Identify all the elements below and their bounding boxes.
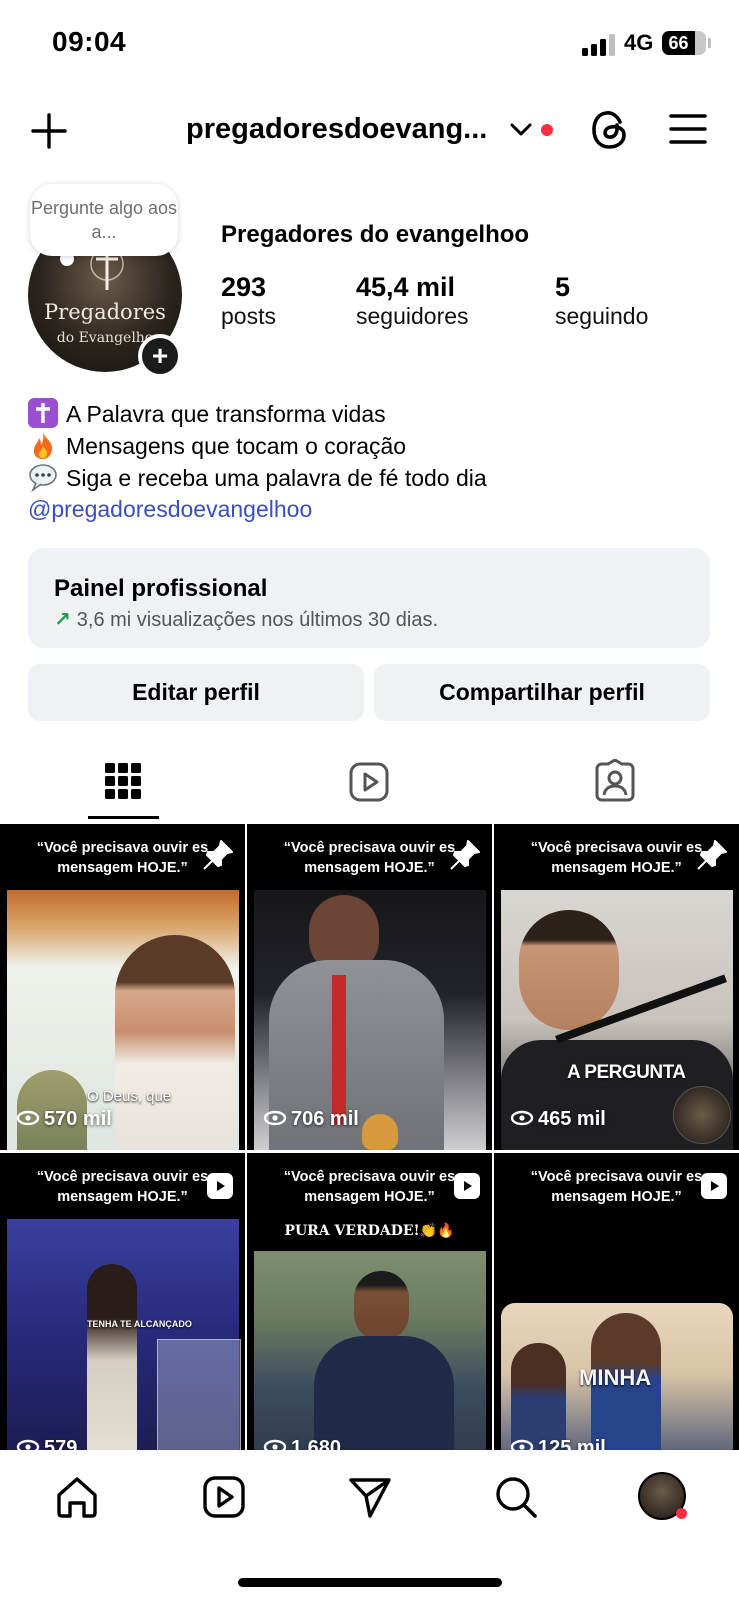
post-tile-2[interactable]: “Você precisava ouvir es mensagem HOJE.”…: [247, 824, 492, 1150]
status-time: 09:04: [52, 26, 127, 57]
search-icon[interactable]: [494, 1475, 538, 1519]
account-notification-dot: [541, 124, 553, 136]
post-caption: A PERGUNTA: [567, 1062, 686, 1083]
post-views-count: 706 mil: [291, 1108, 359, 1130]
post-views: 706 mil: [263, 1108, 359, 1131]
fire-emoji-icon: [33, 432, 53, 459]
bio-text-1: A Palavra que transforma vidas: [66, 401, 386, 427]
active-tab-indicator: [88, 816, 159, 819]
account-username[interactable]: pregadoresdoevang...: [186, 113, 487, 146]
menu-icon[interactable]: [669, 112, 707, 146]
post-tile-1[interactable]: “Você precisava ouvir es mensagem HOJE.”…: [0, 824, 245, 1150]
stat-followers-label: seguidores: [356, 303, 469, 329]
pin-icon: [203, 840, 233, 870]
bio-link[interactable]: @pregadoresdoevangelhoo: [28, 494, 312, 525]
signal-icon: [582, 34, 615, 56]
profile-name: Pregadores do evangelhoo: [221, 221, 530, 248]
stat-following[interactable]: 5 seguindo: [555, 272, 648, 330]
bio-text-3: Siga e receba uma palavra de fé todo dia: [66, 465, 487, 491]
profile-notification-dot: [676, 1508, 687, 1519]
reel-badge-icon: [454, 1173, 480, 1199]
threads-icon[interactable]: [590, 108, 630, 152]
trend-up-icon: ↗: [54, 609, 71, 631]
home-indicator[interactable]: [238, 1578, 502, 1587]
stat-posts-label: posts: [221, 303, 276, 329]
send-icon[interactable]: [348, 1475, 392, 1519]
reels-icon[interactable]: [348, 761, 390, 803]
note-bubble[interactable]: Pergunte algo aos a...: [30, 184, 178, 256]
tagged-icon[interactable]: [594, 759, 636, 803]
professional-dashboard[interactable]: Painel profissional ↗ 3,6 mi visualizaçõe…: [28, 548, 710, 648]
pin-icon: [450, 840, 480, 870]
home-icon[interactable]: [55, 1475, 99, 1519]
speech-bubble-emoji-icon: [29, 464, 57, 492]
views-eye-icon: [263, 1110, 287, 1126]
battery-level: 66: [662, 31, 695, 55]
stat-followers-value: 45,4 mil: [356, 272, 456, 302]
panel-subtitle-text: 3,6 mi visualizações nos últimos 30 dias…: [76, 609, 439, 631]
post-tile-3[interactable]: “Você precisava ouvir es mensagem HOJE.”…: [494, 824, 739, 1150]
chevron-down-icon[interactable]: [510, 122, 532, 138]
network-type: 4G: [624, 30, 654, 55]
bio-line-1: A Palavra que transforma vidas: [28, 398, 386, 430]
post-views: 570 mil: [16, 1108, 112, 1131]
post-tile-6[interactable]: “Você precisava ouvir es mensagem HOJE.”…: [494, 1153, 739, 1479]
post-caption: TENHA TE ALCANÇADO: [87, 1319, 192, 1329]
add-story-button[interactable]: +: [138, 334, 182, 378]
grid-icon[interactable]: [105, 763, 141, 799]
post-views: 465 mil: [510, 1108, 606, 1131]
share-profile-button[interactable]: Compartilhar perfil: [374, 664, 710, 721]
pin-icon: [697, 840, 727, 870]
panel-subtitle: ↗ 3,6 mi visualizações nos últimos 30 dia…: [54, 607, 438, 632]
bio-line-2: Mensagens que tocam o coração: [28, 430, 406, 462]
plus-icon[interactable]: [30, 112, 68, 150]
reel-badge-icon: [207, 1173, 233, 1199]
avatar-logo-text: Pregadores: [44, 300, 166, 324]
watermark-logo: [673, 1086, 731, 1144]
bio-line-3: Siga e receba uma palavra de fé todo dia: [28, 462, 487, 494]
reels-nav-icon[interactable]: [202, 1475, 246, 1519]
post-caption: PURA VERDADE!👏🔥: [284, 1223, 455, 1239]
post-caption: O Deus, que: [87, 1088, 172, 1105]
edit-profile-button[interactable]: Editar perfil: [28, 664, 364, 721]
post-tile-5[interactable]: “Você precisava ouvir es mensagem HOJE.”…: [247, 1153, 492, 1479]
battery-tip: [708, 38, 711, 48]
views-eye-icon: [16, 1110, 40, 1126]
stat-followers[interactable]: 45,4 mil seguidores: [356, 272, 469, 330]
stat-posts-value: 293: [221, 272, 267, 302]
bio-text-2: Mensagens que tocam o coração: [66, 433, 407, 459]
stat-following-value: 5: [555, 272, 571, 302]
reel-badge-icon: [701, 1173, 727, 1199]
stat-posts[interactable]: 293 posts: [221, 272, 276, 330]
cross-emoji-icon: [28, 398, 58, 428]
stat-following-label: seguindo: [555, 303, 649, 329]
post-caption: MINHA: [579, 1365, 652, 1390]
panel-title: Painel profissional: [54, 575, 268, 602]
post-views-count: 465 mil: [538, 1108, 606, 1130]
post-tile-4[interactable]: “Você precisava ouvir es mensagem HOJE.”…: [0, 1153, 245, 1479]
views-eye-icon: [510, 1110, 534, 1126]
post-views-count: 570 mil: [44, 1108, 112, 1130]
